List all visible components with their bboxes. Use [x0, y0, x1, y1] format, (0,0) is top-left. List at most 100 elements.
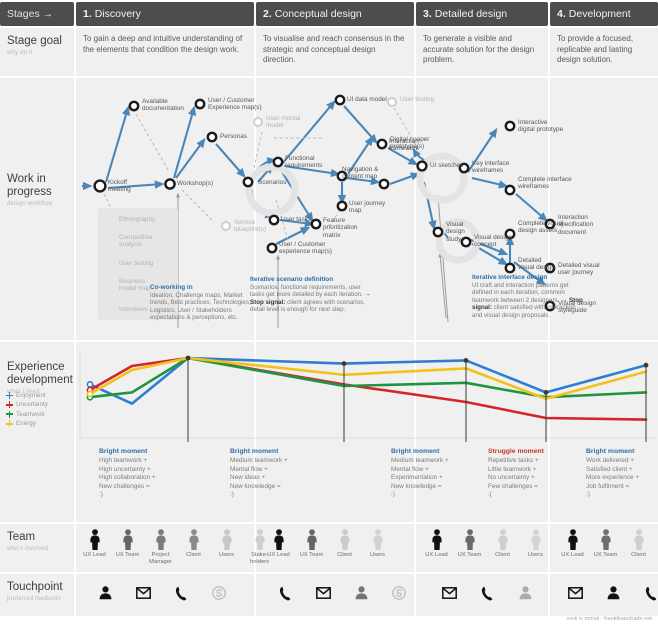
person-icon	[361, 528, 394, 550]
stage-number: 4.	[557, 8, 566, 20]
person-icon	[210, 528, 243, 550]
node-user-experience-maps: User / Customer Experience map(s)	[208, 97, 262, 112]
row-title: Stage goal	[7, 35, 62, 47]
row-subtitle: design workflow	[7, 201, 53, 207]
stage-number: 1.	[83, 8, 92, 20]
team-member-name: Client	[337, 552, 352, 558]
person-icon	[420, 528, 453, 550]
team-group-conceptual: UX Lead UX Team Client Users	[262, 528, 394, 559]
team-member: UX Team	[589, 528, 622, 559]
moment-line: New challenges =	[99, 482, 150, 490]
person-icon	[111, 528, 144, 550]
team-member-name: Users	[218, 552, 235, 558]
node-service-blueprints: Service blueprint(s)	[234, 219, 266, 234]
phone-icon[interactable]	[632, 582, 658, 604]
node-digital-paper-prototypes: Digital / paper prototype(s)	[390, 136, 430, 151]
moment-line: New knowledge =	[230, 482, 281, 490]
stage-name: Detailed design	[434, 8, 508, 20]
team-member-name: Users	[369, 552, 386, 558]
stage-number: 2.	[263, 8, 272, 20]
moment-line: High uncertainty +	[99, 465, 151, 473]
method-ethnography: Ethnography	[119, 216, 156, 223]
moment-5: Bright moment Work delivered + Satisfied…	[586, 448, 658, 499]
row-title: Team	[7, 531, 36, 543]
person-icon	[295, 528, 328, 550]
stage-header-development[interactable]: 4. Development	[550, 2, 658, 26]
row-title: Work in progress	[7, 173, 52, 198]
person-icon	[589, 528, 622, 550]
note-body: Scenarios, functional requirements, user…	[250, 283, 363, 299]
stage-goal-detailed: To generate a visible and accurate solut…	[416, 28, 548, 76]
team-member-name: Client	[495, 552, 510, 558]
moment-line: High teamwork +	[99, 457, 148, 465]
note-co-working: Co-working in Ideation, Challenge maps, …	[150, 284, 254, 322]
team-member-name: UX Lead	[425, 552, 448, 558]
phone-icon[interactable]	[468, 582, 506, 604]
team-member-name: Users	[527, 552, 544, 558]
node-functional-requirements: Functional requirements	[285, 155, 323, 170]
moment-line: Medium teamwork +	[391, 457, 449, 465]
experience-line-chart	[79, 352, 656, 442]
node-ui-sketches: UI sketches	[430, 162, 464, 169]
touchpoint-group-detailed	[430, 582, 544, 604]
node-user-experience-maps-2: User / Customer experience map(s)	[279, 241, 332, 256]
team-member-name: UX Lead	[267, 552, 290, 558]
team-member-name: Client	[631, 552, 646, 558]
moment-3: Bright moment Medium teamwork + Mental f…	[391, 448, 483, 499]
legend-swatch-teamwork	[6, 410, 13, 418]
touchpoint-group-conceptual	[266, 582, 418, 604]
node-user-tasks: User tasks	[281, 216, 312, 223]
node-kickoff-meeting: Kickoff meeting	[108, 179, 131, 194]
moment-heading: Bright moment	[230, 448, 279, 455]
phone-icon[interactable]	[162, 582, 200, 604]
person-icon	[453, 528, 486, 550]
moment-4: Struggle moment Repetitive tasks + Littl…	[488, 448, 580, 499]
moment-line: New ideas +	[230, 474, 266, 482]
moment-line: :)	[586, 491, 590, 499]
stage-goal-text: To gain a deep and intuitive understandi…	[83, 34, 243, 54]
workflow-diagram: Kickoff meeting Available documentation …	[76, 78, 658, 340]
node-feature-prioritization: Feature prioritization matrix	[323, 217, 358, 239]
envelope-icon[interactable]	[430, 582, 468, 604]
node-visual-design-styleguide: Visual design styleguide	[558, 300, 596, 315]
row-title: Touchpoint	[7, 581, 63, 593]
stage-name: Discovery	[94, 8, 141, 20]
moment-line: :(	[488, 491, 492, 499]
method-user-testing: User testing	[119, 260, 154, 267]
note-body: UI craft and interaction patterns get de…	[472, 281, 569, 304]
stage-goal-discovery: To gain a deep and intuitive understandi…	[76, 28, 254, 76]
team-member: UX Lead	[556, 528, 589, 559]
person-icon[interactable]	[342, 582, 380, 604]
stages-header: Stages →	[0, 2, 74, 26]
node-scenarios: Scenarios	[258, 179, 287, 186]
node-navigation-content-map: Navigation & content map	[342, 166, 379, 181]
node-user-mental-model: User mental model	[266, 115, 301, 130]
team-member-name: Client	[186, 552, 201, 558]
legend-swatch-energy	[6, 420, 13, 428]
person-icon[interactable]	[506, 582, 544, 604]
stage-header-conceptual-design[interactable]: 2. Conceptual design	[256, 2, 414, 26]
stage-header-detailed-design[interactable]: 3. Detailed design	[416, 2, 548, 26]
moment-heading: Struggle moment	[488, 448, 544, 455]
legend-label: Teamwork	[16, 410, 45, 418]
stage-header-discovery[interactable]: 1. Discovery	[76, 2, 254, 26]
moment-2: Bright moment Medium teamwork + Mental f…	[230, 448, 326, 499]
skype-icon[interactable]	[380, 582, 418, 604]
team-member: UX Team	[111, 528, 144, 565]
stage-number: 3.	[423, 8, 432, 20]
envelope-icon[interactable]	[304, 582, 342, 604]
envelope-icon[interactable]	[556, 582, 594, 604]
moment-line: Mental flow +	[391, 465, 429, 473]
legend-swatch-enjoyment	[6, 392, 13, 399]
person-icon[interactable]	[594, 582, 632, 604]
envelope-icon[interactable]	[124, 582, 162, 604]
moment-line: Experimentation +	[391, 474, 443, 482]
skype-icon[interactable]	[200, 582, 238, 604]
infographic-board: Stages → 1. Discovery 2. Conceptual desi…	[0, 0, 658, 625]
node-interactive-digital-prototype: Interactive digital prototype	[518, 119, 564, 134]
team-member: Users	[210, 528, 243, 565]
phone-icon[interactable]	[266, 582, 304, 604]
person-icon[interactable]	[86, 582, 124, 604]
team-member: UX Lead	[262, 528, 295, 559]
legend-item-enjoyment: Enjoyment	[6, 392, 76, 399]
